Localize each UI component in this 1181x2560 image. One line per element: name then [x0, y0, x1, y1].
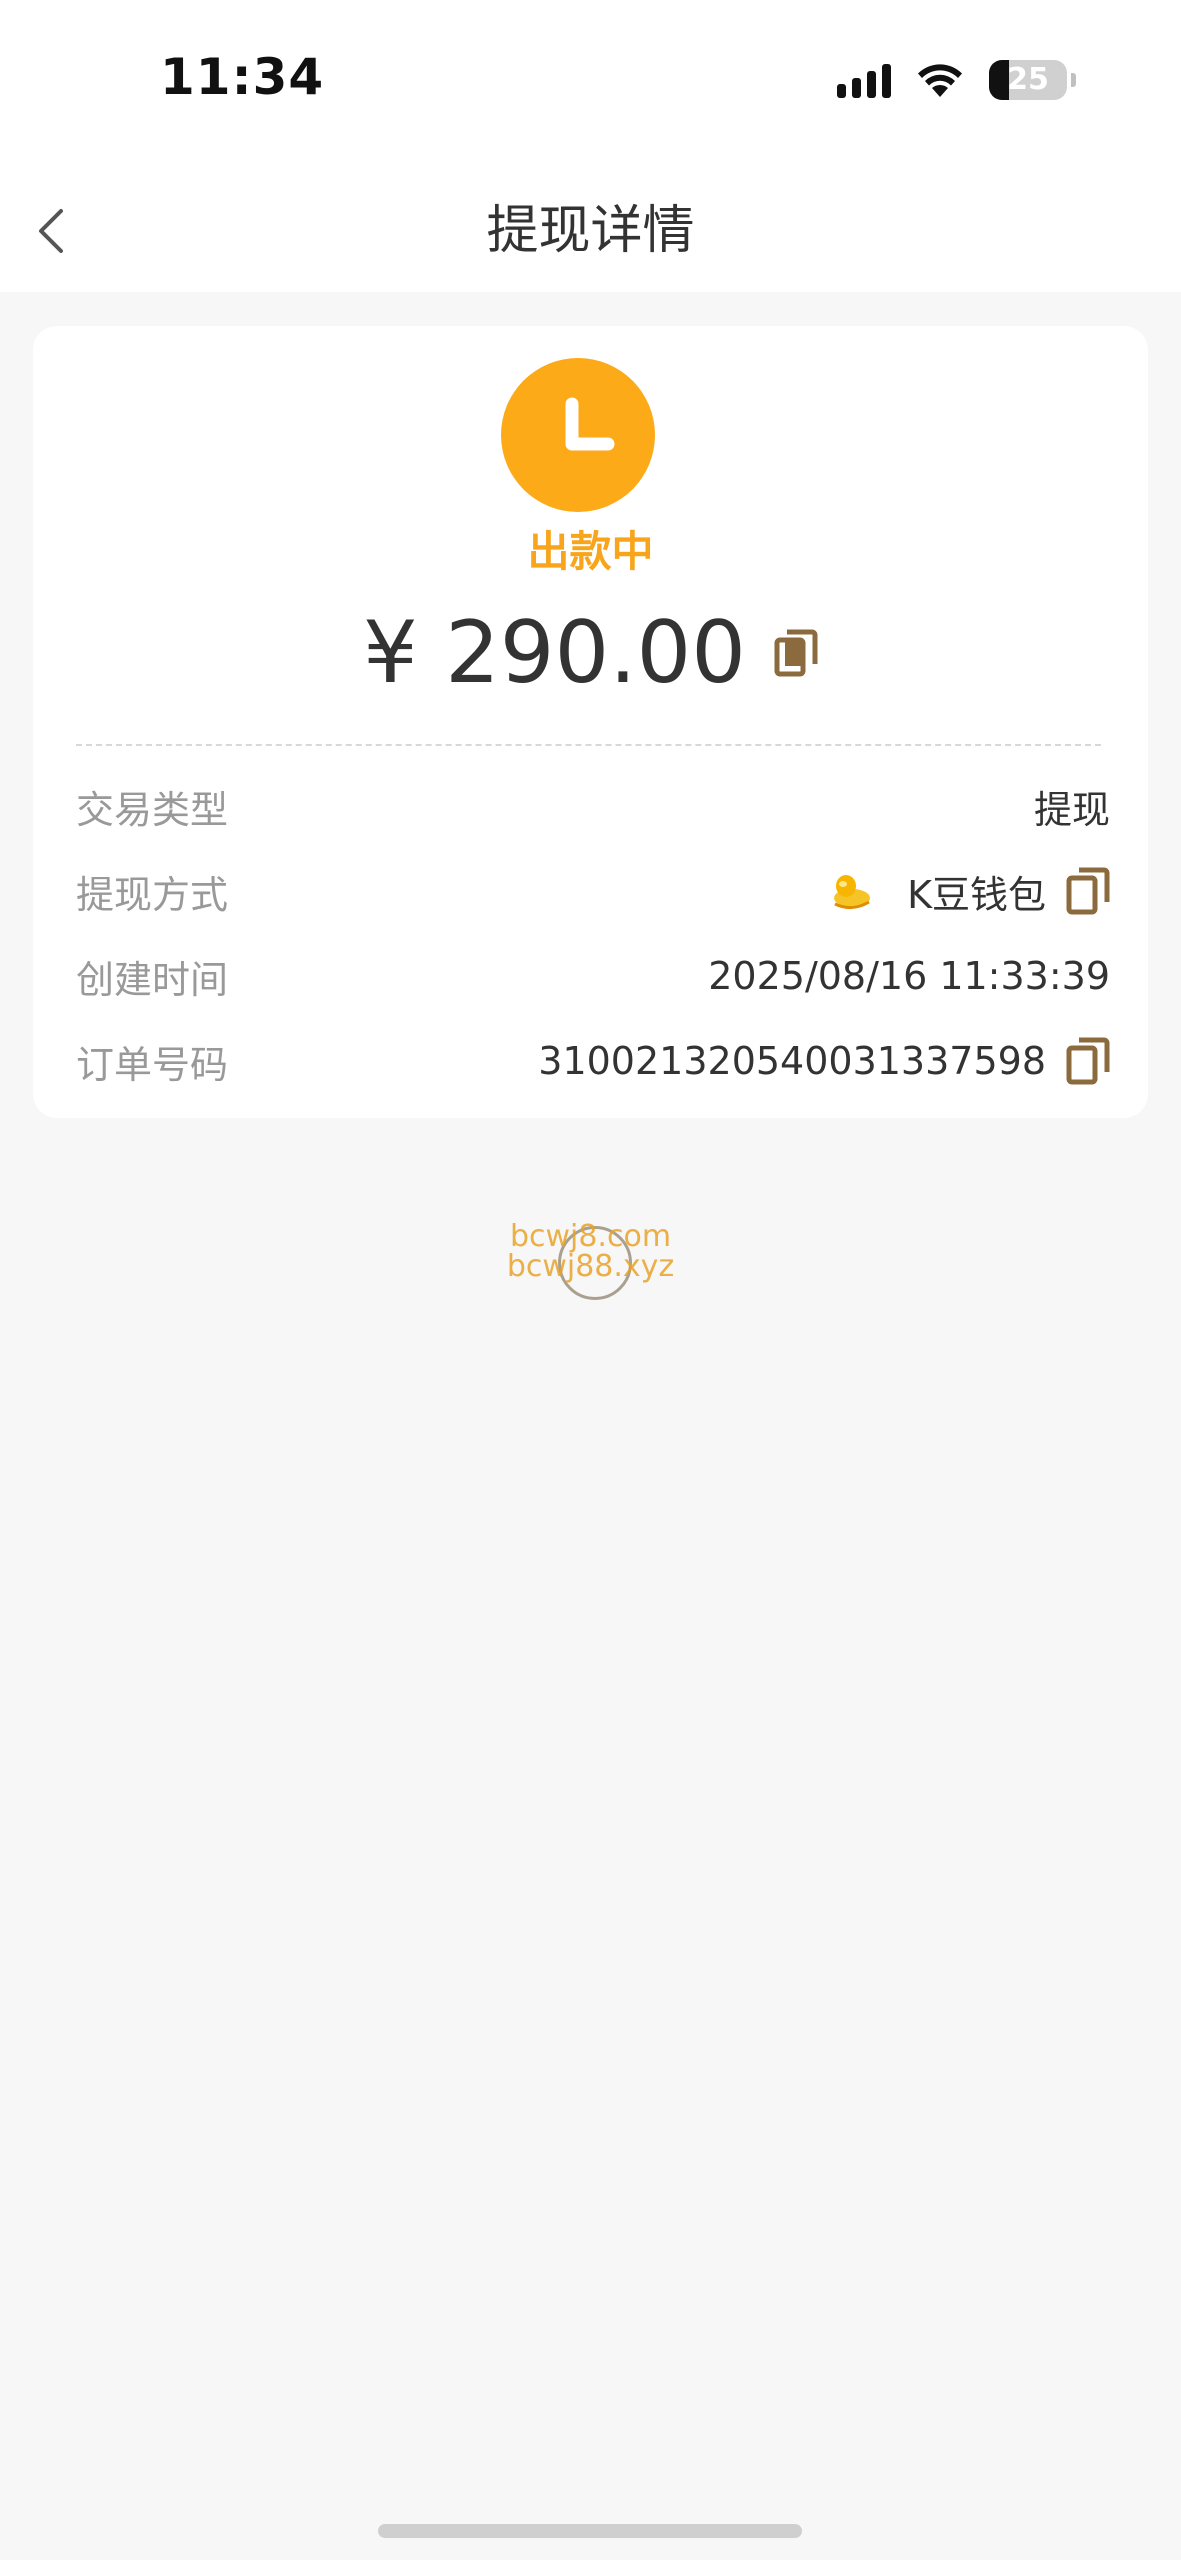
copy-withdraw-method-button[interactable] — [1066, 866, 1110, 916]
order-number-label: 订单号码 — [76, 1042, 229, 1087]
home-indicator[interactable] — [378, 2524, 802, 2538]
watermark-line-1: bcwj8.com — [509, 1219, 672, 1254]
header: 11:34 25 提现详情 — [0, 0, 1181, 292]
withdraw-method-value: K豆钱包 — [907, 872, 1046, 917]
created-time-value: 2025/08/16 11:33:39 — [708, 954, 1110, 998]
battery-cap — [1071, 73, 1076, 87]
watermark-line-2: bcwj88.xyz — [506, 1249, 675, 1284]
watermark: bcwj8.com bcwj88.xyz — [0, 1222, 1181, 1302]
copy-amount-button[interactable] — [774, 628, 818, 678]
page-title: 提现详情 — [486, 201, 695, 261]
battery-icon: 25 — [989, 60, 1067, 100]
withdraw-method-value-wrap: K豆钱包 — [827, 864, 1110, 919]
status-text: 出款中 — [527, 527, 654, 576]
row-transaction-type: 交易类型 提现 — [76, 771, 1110, 841]
transaction-type-value: 提现 — [1033, 787, 1110, 832]
created-time-label: 创建时间 — [76, 957, 229, 1002]
status-bar-icons: 25 — [837, 58, 1076, 102]
row-created-time: 创建时间 2025/08/16 11:33:39 — [76, 941, 1110, 1011]
row-order-number: 订单号码 310021320540031337598 — [76, 1026, 1110, 1096]
copy-icon — [1066, 867, 1110, 915]
amount-row: ¥ 290.00 — [33, 598, 1148, 708]
order-number-value-wrap: 310021320540031337598 — [538, 1036, 1110, 1086]
k-bean-logo-icon — [834, 875, 871, 909]
row-withdraw-method: 提现方式 K豆钱包 — [76, 856, 1110, 926]
order-number-value: 310021320540031337598 — [538, 1039, 1046, 1083]
transaction-type-label: 交易类型 — [76, 787, 229, 832]
transaction-type-value-wrap: 提现 — [1034, 779, 1110, 834]
clock-icon — [565, 397, 615, 451]
status-bar-time: 11:34 — [160, 48, 325, 106]
cellular-signal-icon — [837, 62, 891, 98]
copy-icon — [1066, 1037, 1110, 1085]
copy-icon — [774, 629, 818, 677]
battery-level-text: 25 — [1007, 62, 1049, 97]
withdraw-method-label: 提现方式 — [76, 872, 229, 917]
copy-order-number-button[interactable] — [1066, 1036, 1110, 1086]
amount-value: ¥ 290.00 — [363, 603, 746, 703]
status-icon-circle — [501, 358, 655, 512]
created-time-value-wrap: 2025/08/16 11:33:39 — [708, 954, 1110, 998]
withdraw-detail-card: 出款中 ¥ 290.00 交易类型 提现 提现方式 K豆钱包 创建时间 2025… — [33, 326, 1148, 1118]
dashed-divider — [76, 744, 1101, 746]
wifi-icon — [918, 64, 962, 97]
